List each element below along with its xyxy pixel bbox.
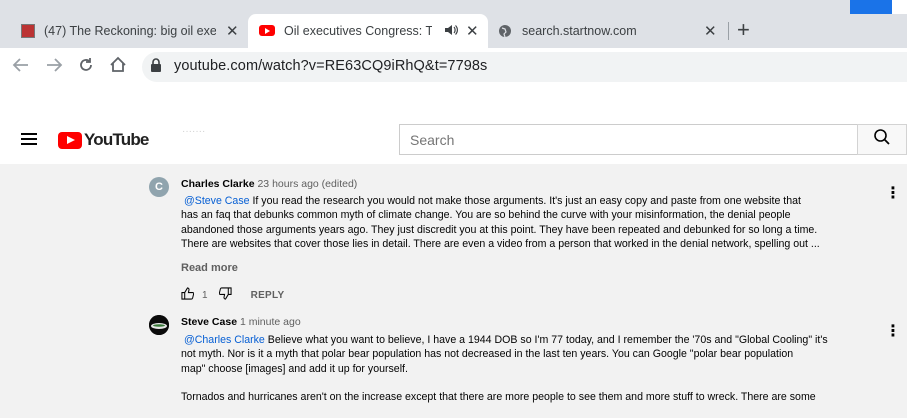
- faded-overlay-text: ·······: [182, 126, 206, 137]
- tab-divider: [728, 22, 729, 40]
- close-icon[interactable]: ✕: [466, 22, 479, 40]
- new-tab-button[interactable]: +: [737, 19, 750, 41]
- reply-button[interactable]: REPLY: [251, 290, 285, 301]
- like-count: 1: [202, 289, 208, 301]
- tab-reckoning[interactable]: (47) The Reckoning: big oil execs ✕: [0, 14, 248, 48]
- comment-author[interactable]: Charles Clarke: [181, 178, 255, 190]
- comment-text: @Steve Case If you read the research you…: [181, 194, 881, 251]
- globe-icon: [498, 24, 512, 41]
- tab-title: (47) The Reckoning: big oil execs: [44, 24, 216, 38]
- comment-line: Believe what you want to believe, I have…: [264, 334, 828, 346]
- window-corner-image: [850, 0, 892, 14]
- tab-search-startnow[interactable]: search.startnow.com ✕: [488, 14, 728, 48]
- comment-text: @Charles Clarke Believe what you want to…: [181, 333, 881, 404]
- comment-line: Tornados and hurricanes aren't on the in…: [181, 391, 816, 404]
- comment-time[interactable]: 1 minute ago: [240, 316, 301, 328]
- more-options-icon[interactable]: ⋮: [885, 324, 901, 340]
- window-corner-blank: [892, 0, 907, 14]
- comment-line: map" choose [images] and add it up for y…: [181, 362, 408, 375]
- youtube-logo[interactable]: YouTube: [58, 130, 149, 150]
- comment-time[interactable]: 23 hours ago (edited): [257, 178, 357, 190]
- page-top-strip: [0, 86, 907, 116]
- thumbs-up-icon[interactable]: [181, 287, 195, 303]
- youtube-favicon-icon: [259, 25, 275, 36]
- comment-author[interactable]: Steve Case: [181, 316, 237, 328]
- tab-oil-executives[interactable]: Oil executives Congress: Top ✕: [248, 14, 488, 48]
- tab-title: Oil executives Congress: Top: [284, 24, 432, 38]
- comment-line: [181, 376, 881, 390]
- search-icon: [873, 128, 891, 151]
- thumbs-down-icon[interactable]: [218, 287, 232, 303]
- comment-line: If you read the research you would not m…: [249, 195, 801, 207]
- comment-line: There are websites that cover those lies…: [181, 237, 820, 250]
- comment-line: abandoned those arguments years ago. The…: [181, 223, 818, 236]
- menu-icon[interactable]: [21, 133, 37, 145]
- comment-header: Charles Clarke 23 hours ago (edited): [181, 178, 357, 190]
- mention-link[interactable]: @Charles Clarke: [184, 334, 265, 346]
- youtube-play-icon: [58, 131, 82, 149]
- search-input[interactable]: [400, 125, 857, 154]
- comment-header: Steve Case 1 minute ago: [181, 316, 301, 328]
- comment-line: not myth. Nor is it a myth that polar be…: [181, 348, 794, 361]
- lock-icon[interactable]: [150, 58, 162, 77]
- close-icon[interactable]: ✕: [704, 22, 717, 40]
- read-more-button[interactable]: Read more: [181, 262, 238, 274]
- search-box[interactable]: [399, 124, 857, 155]
- home-icon[interactable]: [109, 56, 127, 78]
- avatar[interactable]: [149, 315, 169, 335]
- audio-playing-icon[interactable]: [444, 23, 458, 40]
- close-icon[interactable]: ✕: [226, 22, 239, 40]
- url-text[interactable]: youtube.com/watch?v=RE63CQ9iRhQ&t=7798s: [174, 58, 487, 74]
- back-arrow-icon[interactable]: [12, 56, 30, 78]
- favicon-icon: [21, 24, 35, 38]
- search-button[interactable]: [857, 124, 907, 155]
- youtube-logo-text: YouTube: [84, 130, 149, 149]
- mention-link[interactable]: @Steve Case: [184, 195, 250, 207]
- comment-actions: 1 REPLY: [181, 287, 284, 303]
- more-options-icon[interactable]: ⋮: [885, 186, 901, 202]
- tab-title: search.startnow.com: [522, 24, 637, 38]
- avatar[interactable]: C: [149, 177, 169, 197]
- reload-icon[interactable]: [77, 56, 95, 78]
- forward-arrow-icon[interactable]: [45, 56, 63, 78]
- comment-line: has an faq that debunks common myth of c…: [181, 209, 791, 222]
